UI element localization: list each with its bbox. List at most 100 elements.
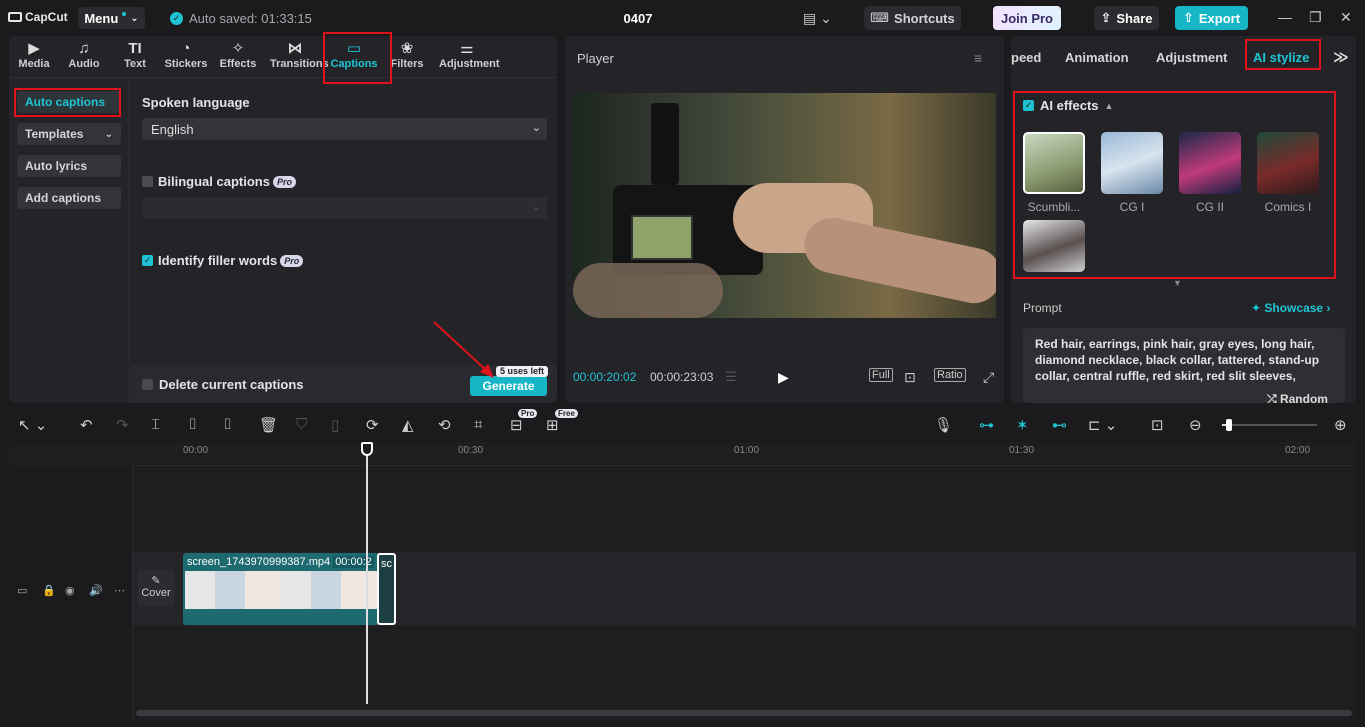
- delete-icon[interactable]: 🗑: [259, 416, 278, 434]
- highlight-captions-tab: [323, 32, 392, 84]
- tab-adjustment-right[interactable]: Adjustment: [1156, 50, 1228, 65]
- link-clips-icon[interactable]: ⊶: [979, 416, 994, 434]
- tab-speed[interactable]: peed: [1011, 50, 1041, 65]
- join-pro-button[interactable]: Join Pro: [993, 6, 1061, 30]
- hamburger-icon[interactable]: ≡: [974, 50, 982, 66]
- time-ruler[interactable]: 00:00 00:30 01:00 01:30 02:00: [133, 442, 1356, 466]
- mark-icon[interactable]: ⛉: [296, 416, 307, 433]
- crop-icon[interactable]: ⌗: [474, 416, 482, 433]
- close-icon[interactable]: ✕: [1340, 9, 1352, 26]
- play-icon[interactable]: ▶: [778, 369, 789, 386]
- tab-adjustment[interactable]: ⚌ Adjustment: [439, 40, 500, 74]
- menu-button[interactable]: Menu ⌄: [78, 7, 145, 29]
- captions-sidebar: Auto captions Templates ⌄ Auto lyrics Add…: [9, 78, 130, 403]
- snap-icon[interactable]: ⊷: [1052, 416, 1067, 434]
- more-icon[interactable]: ⋯: [114, 584, 125, 597]
- video-preview[interactable]: [573, 93, 996, 318]
- adjustment-icon: ⚌: [460, 40, 474, 57]
- minimize-icon[interactable]: —: [1278, 9, 1292, 25]
- capcut-logo: CapCut: [8, 10, 68, 24]
- showcase-link[interactable]: ✦ Showcase ›: [1251, 301, 1330, 315]
- mirror-icon[interactable]: ◭: [402, 416, 414, 434]
- redo-icon[interactable]: ↷: [116, 416, 129, 434]
- tick-label: 01:30: [1009, 445, 1035, 456]
- full-button[interactable]: Full: [869, 368, 893, 382]
- bilingual-checkbox[interactable]: [142, 176, 153, 187]
- clip-thumbnails: [185, 571, 377, 609]
- selected-clip[interactable]: sc: [377, 553, 396, 625]
- reverse-icon[interactable]: ⟳: [366, 416, 379, 434]
- speaker-icon[interactable]: 🔊: [89, 584, 103, 597]
- caption-preview-icon[interactable]: ⊡: [1151, 416, 1164, 434]
- tab-effects[interactable]: ✧ Effects: [213, 40, 263, 74]
- spoken-language-select[interactable]: English ⌄: [142, 118, 547, 140]
- tab-media[interactable]: ▶ Media: [9, 40, 59, 74]
- collapse-arrow-icon[interactable]: ▼: [1173, 278, 1182, 288]
- delete-captions-checkbox[interactable]: [142, 379, 153, 390]
- spoken-language-label: Spoken language: [142, 95, 250, 110]
- playhead[interactable]: [366, 442, 368, 704]
- share-button[interactable]: ⇪ Share: [1094, 6, 1159, 30]
- project-title[interactable]: 0407: [600, 11, 676, 26]
- total-time: 00:00:23:03: [650, 370, 714, 384]
- filler-words-checkbox[interactable]: ✓: [142, 255, 153, 266]
- select-tool-icon[interactable]: ↖ ⌄: [18, 416, 47, 434]
- shortcuts-button[interactable]: ⌨ Shortcuts: [864, 6, 961, 30]
- filler-words-label: Identify filler words Pro: [158, 253, 304, 268]
- text-icon: TI: [128, 40, 142, 57]
- zoom-slider-handle[interactable]: [1226, 419, 1232, 431]
- split-left-icon[interactable]: ⌷: [188, 416, 197, 433]
- pro-badge: Pro: [518, 409, 538, 418]
- tab-transitions[interactable]: ⋈ Transitions: [270, 40, 329, 74]
- eye-icon[interactable]: ◉: [65, 584, 75, 597]
- audio-icon: ♫: [78, 40, 90, 57]
- tab-stickers[interactable]: ◔ Stickers: [161, 40, 211, 74]
- auto-lyrics-button[interactable]: Auto lyrics: [17, 155, 121, 177]
- tab-text[interactable]: TI Text: [110, 40, 160, 74]
- lock-icon[interactable]: 🔒: [42, 584, 56, 597]
- random-button[interactable]: ⤮ Random: [1267, 392, 1328, 403]
- freeze-icon[interactable]: ▯: [331, 416, 339, 434]
- sparkle-icon: ✦: [1251, 301, 1265, 315]
- zoom-in-icon[interactable]: ⊕: [1334, 416, 1347, 434]
- title-bar: CapCut Menu ⌄ ✓ Auto saved: 01:33:15 0407 …: [0, 0, 1365, 36]
- player-title: Player: [577, 51, 614, 66]
- templates-button[interactable]: Templates ⌄: [17, 123, 121, 145]
- zoom-fit-icon[interactable]: ⊡: [904, 369, 916, 386]
- ratio-button[interactable]: Ratio: [934, 368, 966, 382]
- free-tool-icon[interactable]: ⊞: [546, 416, 559, 434]
- tick-label: 02:00: [1285, 445, 1311, 456]
- pro-tool-icon[interactable]: ⊟: [510, 416, 523, 434]
- pro-badge: Pro: [280, 255, 304, 267]
- more-tabs-icon[interactable]: ≫: [1333, 48, 1349, 66]
- chevron-down-icon: ⌄: [130, 12, 139, 24]
- uses-left-badge: 5 uses left: [496, 366, 549, 377]
- export-button[interactable]: ⇧ Export: [1175, 6, 1248, 30]
- microphone-icon[interactable]: 🎙: [934, 416, 953, 434]
- magnet-icon[interactable]: ✶: [1016, 416, 1029, 434]
- clip2-name: sc: [381, 558, 392, 570]
- rotate-icon[interactable]: ⟲: [438, 416, 451, 434]
- fullscreen-icon[interactable]: ⤢: [983, 369, 994, 386]
- preview-axis-icon[interactable]: ⊏ ⌄: [1088, 416, 1117, 434]
- camera-mic: [651, 103, 679, 185]
- tab-audio[interactable]: ♫ Audio: [59, 40, 109, 74]
- timeline-scrollbar[interactable]: [136, 710, 1352, 716]
- timeline-grid-icon[interactable]: ☰: [725, 369, 737, 385]
- maximize-icon[interactable]: ❐: [1309, 9, 1322, 26]
- video-clip[interactable]: screen_1743970999387.mp4 00:00:2: [183, 553, 379, 625]
- zoom-slider[interactable]: [1222, 424, 1317, 426]
- add-captions-button[interactable]: Add captions: [17, 187, 121, 209]
- chevron-down-icon: ⌄: [531, 201, 541, 213]
- layout-icon[interactable]: ▤ ⌄: [803, 10, 832, 27]
- tab-animation[interactable]: Animation: [1065, 50, 1129, 65]
- cover-button[interactable]: ✎ Cover: [138, 570, 174, 606]
- zoom-out-icon[interactable]: ⊖: [1189, 416, 1202, 434]
- split-right-icon[interactable]: ⌷: [223, 416, 232, 433]
- split-icon[interactable]: ⌶: [151, 416, 160, 433]
- playhead-handle[interactable]: [361, 442, 373, 456]
- undo-icon[interactable]: ↶: [80, 416, 93, 434]
- video-track-icon[interactable]: ▭: [17, 584, 27, 597]
- shuffle-icon: ⤮: [1267, 392, 1280, 403]
- highlight-ai-effects: [1013, 91, 1336, 279]
